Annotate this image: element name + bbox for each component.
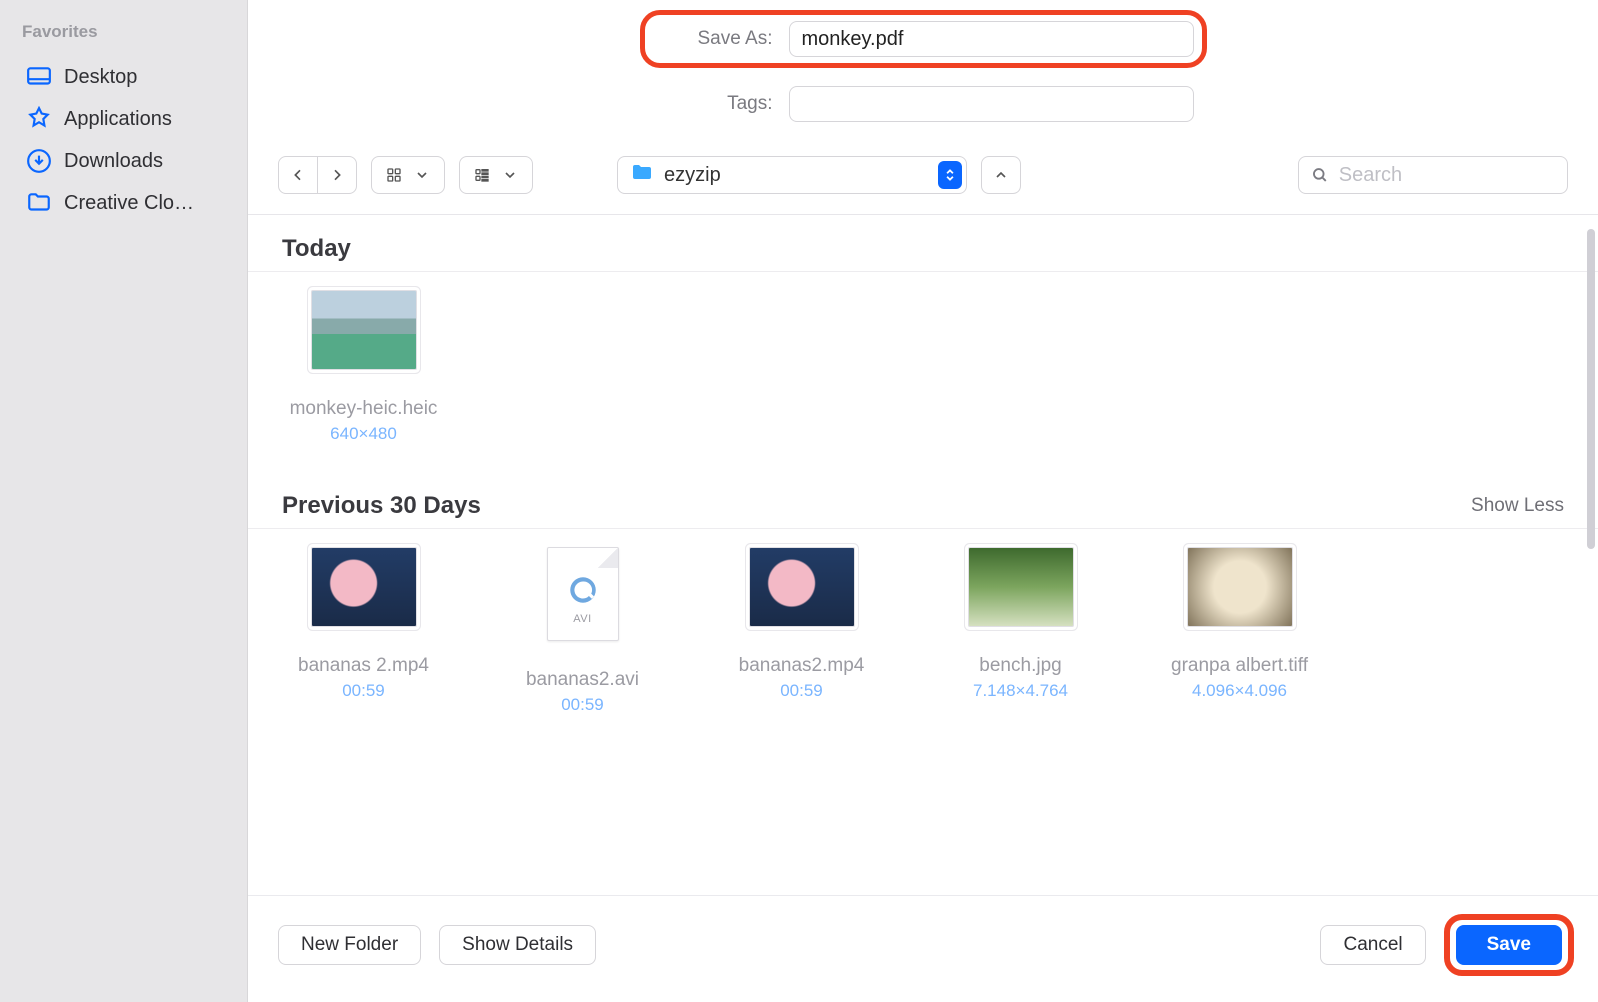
section-header-today: Today xyxy=(248,215,1598,271)
file-name: monkey-heic.heic xyxy=(290,398,438,420)
folder-icon xyxy=(630,161,654,189)
file-meta: 4.096×4.096 xyxy=(1192,681,1287,701)
sidebar-section-title: Favorites xyxy=(22,22,237,42)
new-folder-button[interactable]: New Folder xyxy=(278,925,421,965)
file-item[interactable]: bananas 2.mp4 00:59 xyxy=(276,547,451,715)
applications-icon xyxy=(26,106,52,132)
downloads-icon xyxy=(26,148,52,174)
sidebar-item-label: Creative Clo… xyxy=(64,192,194,215)
sidebar-item-creative-cloud[interactable]: Creative Clo… xyxy=(22,182,237,224)
sidebar-item-label: Downloads xyxy=(64,150,163,173)
file-meta: 640×480 xyxy=(330,424,397,444)
save-as-input[interactable] xyxy=(789,21,1194,57)
file-item[interactable]: granpa albert.tiff 4.096×4.096 xyxy=(1152,547,1327,715)
tags-input[interactable] xyxy=(789,86,1194,122)
main-panel: Save As: Tags: xyxy=(248,0,1598,1002)
nav-buttons xyxy=(278,156,357,194)
save-as-highlight: Save As: xyxy=(640,10,1207,68)
file-thumbnail xyxy=(1187,547,1293,627)
view-mode-group-button[interactable] xyxy=(459,156,533,194)
save-highlight: Save xyxy=(1444,914,1574,976)
chevron-up-icon xyxy=(993,167,1009,183)
nav-forward-button[interactable] xyxy=(317,156,357,194)
show-details-button[interactable]: Show Details xyxy=(439,925,596,965)
file-meta: 7.148×4.764 xyxy=(973,681,1068,701)
file-thumbnail xyxy=(311,547,417,627)
file-ext-label: AVI xyxy=(573,613,591,625)
save-form: Save As: Tags: xyxy=(248,0,1598,148)
file-name: granpa albert.tiff xyxy=(1171,655,1308,677)
desktop-icon xyxy=(26,64,52,90)
file-item[interactable]: bench.jpg 7.148×4.764 xyxy=(933,547,1108,715)
file-grid-prev30: bananas 2.mp4 00:59 AVI bananas2.avi 00:… xyxy=(248,529,1598,743)
file-name: bananas 2.mp4 xyxy=(298,655,429,677)
section-title: Previous 30 Days xyxy=(282,492,481,520)
tags-label: Tags: xyxy=(653,93,773,115)
scrollbar[interactable] xyxy=(1587,229,1595,549)
file-meta: 00:59 xyxy=(342,681,385,701)
chevron-down-icon xyxy=(502,167,518,183)
file-thumbnail xyxy=(968,547,1074,627)
file-name: bananas2.mp4 xyxy=(739,655,865,677)
file-name: bench.jpg xyxy=(979,655,1061,677)
sidebar-item-applications[interactable]: Applications xyxy=(22,98,237,140)
sidebar-item-label: Desktop xyxy=(64,66,137,89)
sidebar-item-label: Applications xyxy=(64,108,172,131)
file-thumbnail xyxy=(749,547,855,627)
sidebar: Favorites Desktop Applications Downloads… xyxy=(0,0,248,1002)
toolbar: ezyzip xyxy=(248,148,1598,215)
view-mode-icons-button[interactable] xyxy=(371,156,445,194)
quicktime-icon xyxy=(566,573,600,607)
folder-icon xyxy=(26,190,52,216)
file-thumbnail: AVI xyxy=(547,547,619,641)
bottom-bar: New Folder Show Details Cancel Save xyxy=(248,895,1598,1002)
section-header-prev30: Previous 30 Days Show Less xyxy=(248,472,1598,528)
search-field[interactable] xyxy=(1298,156,1568,194)
file-meta: 00:59 xyxy=(561,695,604,715)
file-item[interactable]: bananas2.mp4 00:59 xyxy=(714,547,889,715)
file-item[interactable]: monkey-heic.heic 640×480 xyxy=(276,290,451,444)
collapse-button[interactable] xyxy=(981,156,1021,194)
file-grid-today: monkey-heic.heic 640×480 xyxy=(248,272,1598,472)
search-input[interactable] xyxy=(1339,164,1555,187)
location-name: ezyzip xyxy=(664,164,928,187)
location-selector[interactable]: ezyzip xyxy=(617,156,967,194)
cancel-button[interactable]: Cancel xyxy=(1320,925,1425,965)
save-button[interactable]: Save xyxy=(1456,925,1562,965)
save-as-label: Save As: xyxy=(653,28,773,50)
file-meta: 00:59 xyxy=(780,681,823,701)
location-dropdown-icon xyxy=(938,161,962,189)
section-title: Today xyxy=(282,235,351,263)
file-browser: Today monkey-heic.heic 640×480 Previous … xyxy=(248,215,1598,895)
file-name: bananas2.avi xyxy=(526,669,639,691)
sidebar-item-desktop[interactable]: Desktop xyxy=(22,56,237,98)
sidebar-item-downloads[interactable]: Downloads xyxy=(22,140,237,182)
search-icon xyxy=(1311,165,1329,185)
nav-back-button[interactable] xyxy=(278,156,318,194)
show-less-button[interactable]: Show Less xyxy=(1471,495,1564,517)
file-item[interactable]: AVI bananas2.avi 00:59 xyxy=(495,547,670,715)
chevron-down-icon xyxy=(414,167,430,183)
file-thumbnail xyxy=(311,290,417,370)
